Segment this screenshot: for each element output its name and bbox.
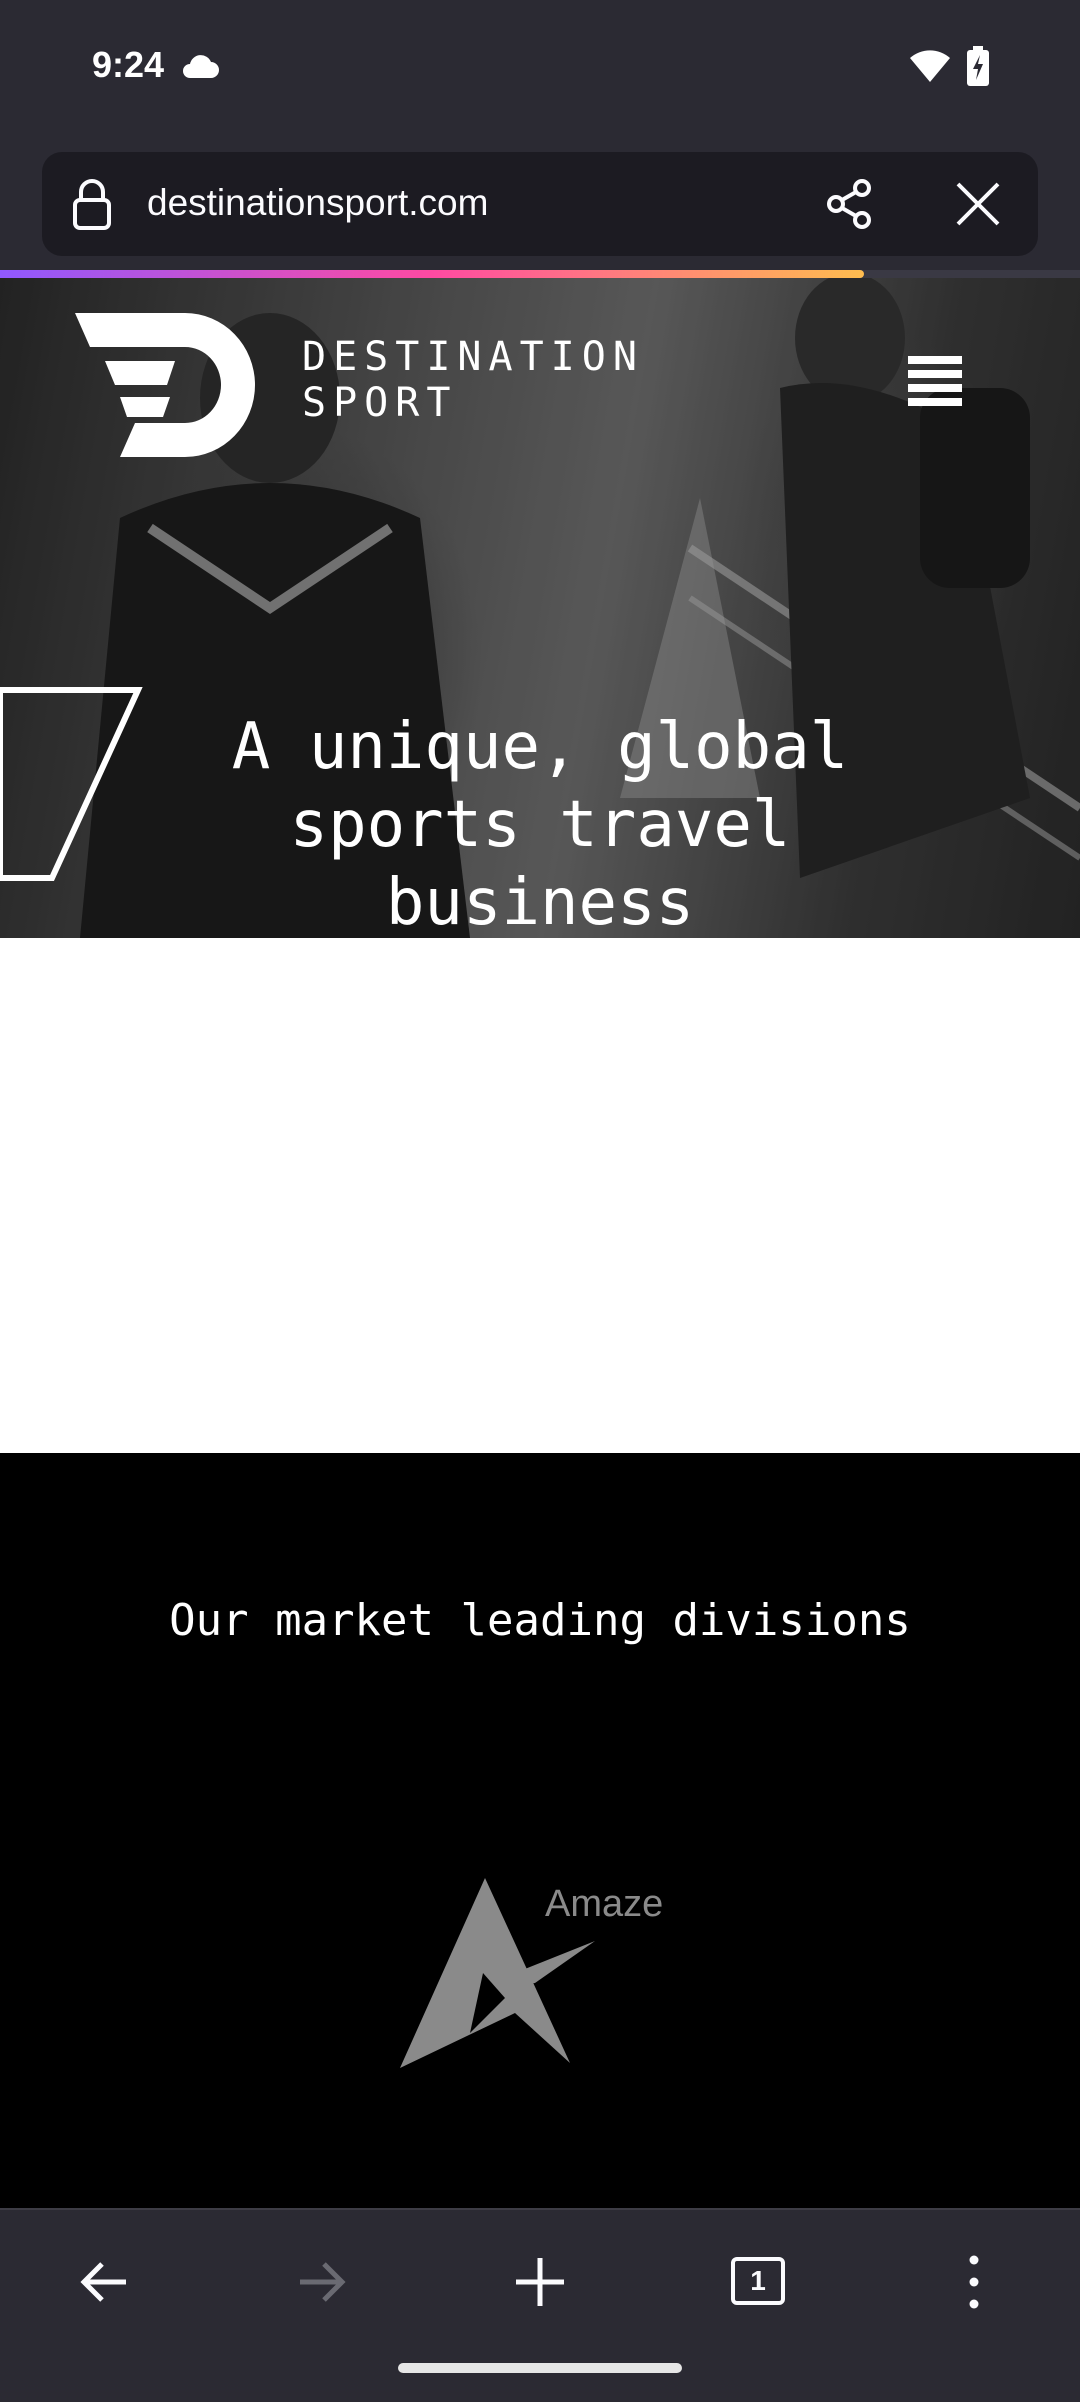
web-content[interactable]: DESTINATION SPORT A unique, global sport… xyxy=(0,278,1080,2208)
brand-name-line2: SPORT xyxy=(302,380,458,426)
tabs-button[interactable]: 1 xyxy=(716,2242,796,2322)
status-time: 9:24 xyxy=(92,44,165,85)
cloud-icon xyxy=(183,55,219,78)
divisions-title: Our market leading divisions xyxy=(169,1595,911,1646)
more-menu-icon[interactable] xyxy=(934,2242,1014,2322)
wifi-icon xyxy=(910,50,950,82)
url-bar[interactable]: destinationsport.com xyxy=(42,152,1038,256)
battery-charging-icon xyxy=(967,46,989,86)
lock-icon[interactable] xyxy=(72,178,112,230)
share-icon[interactable] xyxy=(822,176,878,232)
decorative-frame-shape xyxy=(0,687,143,881)
divisions-section: Our market leading divisions Amaze xyxy=(0,1453,1080,2208)
url-text[interactable]: destinationsport.com xyxy=(147,182,488,224)
forward-icon[interactable] xyxy=(282,2242,362,2322)
hamburger-menu-icon[interactable] xyxy=(908,356,962,408)
back-icon[interactable] xyxy=(64,2242,144,2322)
amaze-logo-label: Amaze xyxy=(545,1883,664,1925)
close-icon[interactable] xyxy=(950,176,1006,232)
home-indicator[interactable] xyxy=(398,2363,682,2373)
destination-sport-logo[interactable] xyxy=(75,313,275,463)
tab-count: 1 xyxy=(731,2257,785,2305)
hero-title: A unique, global sports travel business xyxy=(231,710,849,938)
new-tab-icon[interactable] xyxy=(500,2242,580,2322)
page-load-progress-fill xyxy=(0,270,864,278)
status-bar: 9:24 xyxy=(0,0,1080,135)
hero-banner: DESTINATION SPORT A unique, global sport… xyxy=(0,278,1080,938)
brand-name-line1: DESTINATION xyxy=(302,334,644,380)
page-load-progress xyxy=(0,270,1080,278)
